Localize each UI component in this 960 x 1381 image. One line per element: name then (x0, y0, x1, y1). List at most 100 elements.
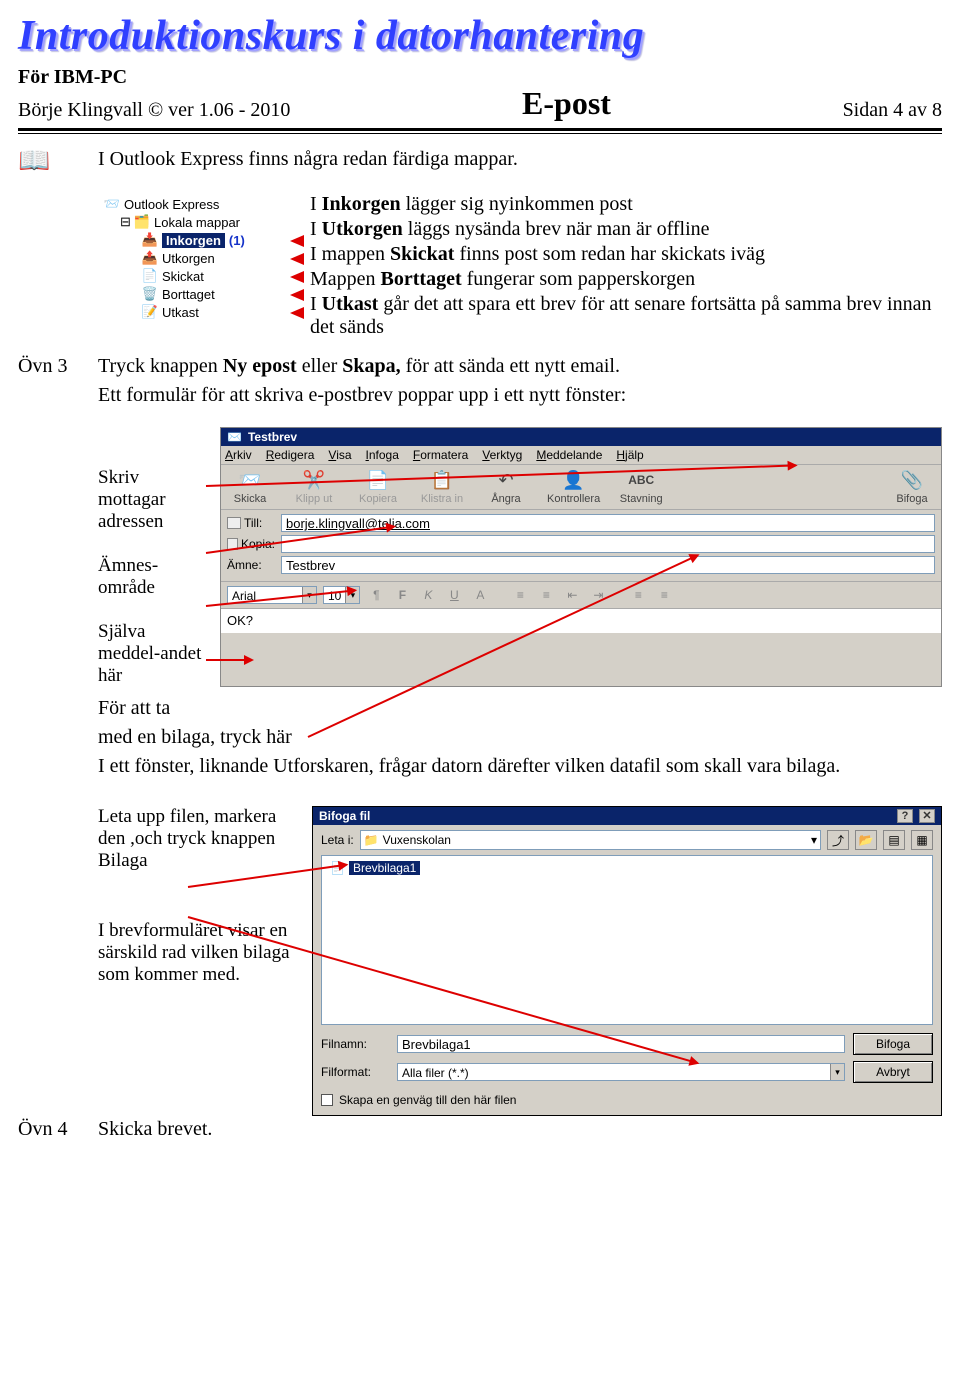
outlook-folder-tree: 📨Outlook Express ⊟🗂️Lokala mappar 📥 Inko… (98, 191, 298, 329)
color-btn[interactable]: A (470, 585, 490, 605)
red-arrow-icon (290, 253, 304, 265)
menu-hjalp[interactable]: Hjälp (616, 448, 643, 462)
attach-text-1: För att ta (98, 697, 942, 720)
help-icon[interactable]: ? (897, 809, 913, 823)
italic-btn[interactable]: K (418, 585, 438, 605)
desc-bold: Inkorgen (322, 193, 401, 215)
cut-button[interactable]: ✂️ Klipp ut (291, 469, 337, 505)
subject-field[interactable]: Testbrev (281, 556, 935, 574)
font-name-select[interactable]: Arial▾ (227, 586, 317, 604)
btn-label: Bifoga (896, 493, 927, 505)
paste-button[interactable]: 📋Klistra in (419, 469, 465, 505)
tree-inbox[interactable]: Inkorgen (162, 233, 225, 248)
local-folders-icon: 🗂️ (134, 214, 150, 230)
font-name-value: Arial (232, 589, 256, 603)
desc-text: fungerar som papperskorgen (462, 268, 695, 290)
bullist-btn[interactable]: ≡ (536, 585, 556, 605)
copy-button[interactable]: 📄Kopiera (355, 469, 401, 505)
tree-outbox: Utkorgen (162, 251, 215, 266)
menu-redigera[interactable]: Redigera (266, 448, 315, 462)
to-field[interactable]: borje.klingvall@telia.com (281, 514, 935, 532)
cc-field[interactable] (281, 535, 935, 553)
chevron-down-icon: ▾ (811, 833, 817, 847)
check-button[interactable]: 👤Kontrollera (547, 469, 600, 505)
check-icon: 👤 (562, 469, 586, 491)
shortcut-checkbox[interactable] (321, 1094, 333, 1106)
filter-dropdown[interactable]: Alla filer (*.*) ▾ (397, 1063, 845, 1081)
compose-window-title: Testbrev (248, 430, 297, 444)
desc-text: I (310, 218, 322, 240)
desc-text: går det att spara ett brev för att senar… (310, 293, 931, 338)
leta-text: Leta upp filen, markera den ,och tryck k… (98, 806, 298, 872)
bold-btn[interactable]: F (392, 585, 412, 605)
desc-bold: Skickat (390, 243, 454, 265)
red-arrow-icon (290, 289, 304, 301)
numlist-btn[interactable]: ≡ (510, 585, 530, 605)
menu-meddelande[interactable]: Meddelande (536, 448, 602, 462)
send-icon: 📨 (238, 469, 262, 491)
desc-text: I (310, 193, 322, 215)
btn-label: Stavning (620, 493, 663, 505)
filename-field[interactable]: Brevbilaga1 (397, 1035, 845, 1053)
menu-verktyg[interactable]: Verktyg (482, 448, 522, 462)
up-folder-icon[interactable]: ⤴ (827, 830, 849, 850)
align-left-btn[interactable]: ≡ (628, 585, 648, 605)
outbox-icon: 📤 (142, 250, 158, 266)
btn-label: Ångra (491, 493, 520, 505)
list-view-icon[interactable]: ▤ (883, 830, 905, 850)
cut-icon: ✂️ (302, 469, 326, 491)
para-btn[interactable]: ¶ (366, 585, 386, 605)
file-item[interactable]: 📄 Brevbilaga1 (326, 860, 424, 876)
spell-icon: ABC (629, 469, 653, 491)
font-size-select[interactable]: 10▾ (323, 586, 360, 604)
lookin-dropdown[interactable]: 📁 Vuxenskolan ▾ (360, 830, 821, 850)
intro-text: I Outlook Express finns några redan färd… (98, 148, 942, 171)
attach-file-dialog: Bifoga fil ? ✕ Leta i: 📁 Vuxenskolan ▾ ⤴… (312, 806, 942, 1116)
menu-arkiv[interactable]: Arkiv (225, 448, 252, 462)
page-title-art: Introduktionskurs i datorhantering (18, 12, 942, 60)
subject-heading: E-post (290, 85, 842, 122)
format-toolbar: Arial▾ 10▾ ¶ F K U A ≡ ≡ ⇤ ⇥ ≡ ≡ (221, 582, 941, 609)
undo-icon: ↶ (494, 469, 518, 491)
tree-sent: Skickat (162, 269, 204, 284)
btn-label: Klipp ut (296, 493, 333, 505)
close-icon[interactable]: ✕ (919, 809, 935, 823)
spell-button[interactable]: ABC Stavning (618, 469, 664, 505)
menu-infoga[interactable]: Infoga (366, 448, 399, 462)
bold-text: Skapa, (342, 355, 400, 377)
new-folder-icon[interactable]: 📂 (855, 830, 877, 850)
red-arrow-icon (290, 235, 304, 247)
outdent-btn[interactable]: ⇤ (562, 585, 582, 605)
compose-toolbar: 📨Skicka ✂️Klipp ut 📄Kopiera 📋Klistra in … (221, 465, 941, 510)
attach-confirm-button[interactable]: Bifoga (853, 1033, 933, 1055)
exercise-4-label: Övn 4 (18, 1118, 67, 1141)
message-body-area[interactable]: OK? (221, 609, 941, 633)
text: eller (297, 355, 343, 377)
exercise-3-line2: Ett formulär för att skriva e-postbrev p… (98, 384, 942, 407)
file-list[interactable]: 📄 Brevbilaga1 (321, 855, 933, 1025)
chevron-down-icon: ▾ (830, 1064, 844, 1080)
menu-visa[interactable]: Visa (328, 448, 351, 462)
exercise-3-text: Tryck knappen Ny epost eller Skapa, för … (98, 355, 942, 378)
indent-btn[interactable]: ⇥ (588, 585, 608, 605)
filter-label: Filformat: (321, 1065, 389, 1079)
cancel-button[interactable]: Avbryt (853, 1061, 933, 1083)
drafts-icon: 📝 (142, 304, 158, 320)
copy-icon: 📄 (366, 469, 390, 491)
lookin-folder: Vuxenskolan (383, 833, 451, 847)
undo-button[interactable]: ↶ Ångra (483, 469, 529, 505)
align-center-btn[interactable]: ≡ (654, 585, 674, 605)
to-icon (227, 517, 241, 529)
desc-bold: Utkorgen (322, 218, 403, 240)
details-view-icon[interactable]: ▦ (911, 830, 933, 850)
desc-text: I mappen (310, 243, 390, 265)
desc-bold: Borttaget (381, 268, 462, 290)
attach-button[interactable]: 📎Bifoga (889, 469, 935, 505)
compose-window: ✉️ Testbrev Arkiv Redigera Visa Infoga F… (220, 427, 942, 687)
send-button[interactable]: 📨Skicka (227, 469, 273, 505)
desc-text: läggs nysända brev när man är offline (403, 218, 710, 240)
filter-value: Alla filer (*.*) (402, 1066, 469, 1080)
font-size-value: 10 (328, 589, 341, 603)
menu-formatera[interactable]: Formatera (413, 448, 468, 462)
underline-btn[interactable]: U (444, 585, 464, 605)
